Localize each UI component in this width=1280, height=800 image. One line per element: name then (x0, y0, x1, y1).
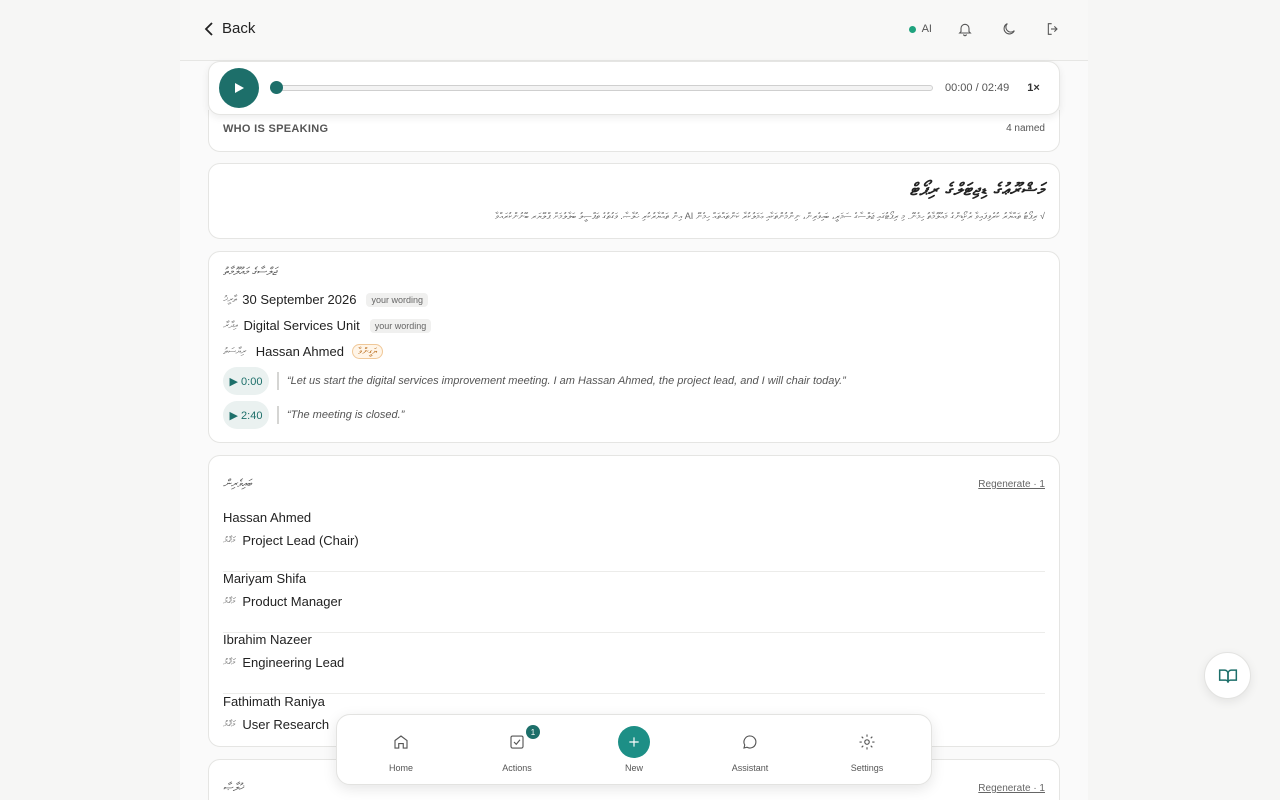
moon-icon (1003, 23, 1015, 35)
quote-timestamp-button[interactable]: ▶ 2:40 (223, 401, 269, 429)
who-is-speaking-panel[interactable]: WHO IS SPEAKING 4 named (208, 110, 1060, 152)
home-icon (394, 735, 408, 749)
playback-progress-track[interactable] (270, 81, 933, 94)
regenerate-summary-link[interactable]: Regenerate · 1 (978, 783, 1045, 794)
bell-icon (958, 23, 972, 37)
gear-icon (859, 734, 875, 750)
notifications-button[interactable] (954, 18, 976, 40)
chevron-left-icon (204, 21, 213, 36)
attendee-name: Ibrahim Nazeer (223, 632, 312, 647)
chat-bubble-icon (743, 735, 757, 749)
quote-row: ▶ 2:40 “The meeting is closed.” (223, 401, 404, 429)
attendee-name: Hassan Ahmed (223, 510, 312, 525)
ai-label: AI (921, 23, 932, 35)
attendee-role: User Research (242, 717, 330, 732)
summary-heading: ޚުލާޞާ (223, 782, 244, 794)
time-separator: / (972, 82, 982, 94)
meeting-org-value[interactable]: Digital Services Unit (243, 318, 359, 333)
top-bar: Back AI (180, 0, 1088, 61)
your-wording-badge: your wording (366, 292, 428, 307)
current-time: 00:00 (945, 82, 973, 94)
nav-settings[interactable]: Settings (822, 715, 912, 786)
your-wording-badge: your wording (369, 318, 432, 333)
back-label: Back (222, 20, 256, 37)
meeting-date-value[interactable]: 30 September 2026 (242, 292, 356, 307)
theme-toggle-button[interactable] (998, 18, 1020, 40)
attendee-name: Mariyam Shifa (223, 571, 307, 586)
quote-divider (277, 406, 279, 424)
attendee-item[interactable]: Mariyam Shifa މަޤާމު Product Manager (223, 571, 1045, 633)
logout-button[interactable] (1042, 18, 1064, 40)
attendee-item[interactable]: Ibrahim Nazeer މަޤާމު Engineering Lead (223, 632, 1045, 694)
report-description: √ ރިޕޯޓު ތައްޔާރު ކުރެވިފައިވާ ރެކޯޑިންގ… (494, 211, 1045, 221)
attendee-role-label: މަޤާމު (223, 719, 235, 729)
regenerate-attendees-link[interactable]: Regenerate · 1 (978, 479, 1045, 490)
meeting-org-label: އިދާރާ (223, 320, 238, 330)
nav-assistant[interactable]: Assistant (705, 715, 795, 786)
attendee-role-label: މަޤާމު (223, 535, 235, 545)
who-is-speaking-label: WHO IS SPEAKING (223, 123, 329, 135)
attendees-heading: ބައިވެރިން (223, 478, 252, 490)
meeting-date-row: ތާރީޚު 30 September 2026 your wording (223, 292, 428, 307)
checkbox-icon (510, 735, 524, 749)
attendee-role: Engineering Lead (242, 655, 345, 670)
attendee-item[interactable]: Hassan Ahmed މަޤާމު Project Lead (Chair) (223, 510, 1045, 572)
quote-timestamp-button[interactable]: ▶ 0:00 (223, 367, 269, 395)
new-button[interactable] (618, 726, 650, 758)
play-button[interactable] (219, 68, 259, 108)
nav-home-label: Home (388, 763, 413, 773)
playback-time: 00:00 / 02:49 (945, 82, 1009, 94)
nav-new-label: New (624, 763, 643, 773)
bottom-navigation: Home 1 Actions New Assistant Settings (336, 714, 932, 785)
quote-text: “The meeting is closed.” (287, 409, 405, 421)
playback-speed-button[interactable]: 1× (1027, 82, 1040, 94)
ai-status[interactable]: AI (908, 23, 932, 35)
meeting-details-heading: ޖަލްސާގެ މައުލޫމާތު (223, 266, 277, 278)
quote-text: “Let us start the digital services impro… (287, 375, 846, 387)
back-button[interactable]: Back (204, 20, 255, 37)
logout-icon (1047, 23, 1058, 35)
meeting-chair-row: ރިޔާސަތު Hassan Ahmed ޔަގީންވާ (223, 344, 383, 359)
nav-assistant-label: Assistant (731, 763, 769, 773)
quote-row: ▶ 0:00 “Let us start the digital service… (223, 367, 846, 395)
attendee-role-label: މަޤާމު (223, 596, 235, 606)
audio-player: 00:00 / 02:49 1× (208, 61, 1060, 115)
meeting-details-card: ޖަލްސާގެ މައުލޫމާތު ތާރީޚު 30 September … (208, 251, 1060, 443)
nav-home[interactable]: Home (356, 715, 446, 786)
ai-status-dot (908, 25, 916, 33)
nav-new[interactable]: New (589, 715, 679, 786)
playback-progress-thumb[interactable] (270, 81, 283, 94)
attendee-role: Product Manager (242, 594, 343, 609)
meeting-chair-value[interactable]: Hassan Ahmed (256, 344, 344, 359)
book-open-icon (1218, 668, 1237, 683)
guide-button[interactable] (1204, 652, 1251, 699)
play-icon (235, 83, 244, 93)
report-title: މަޝްރޫޢުގެ ޑިޖިޓަލްގެ ރިޕޯޓް (909, 180, 1045, 199)
nav-settings-label: Settings (850, 763, 884, 773)
nav-actions-label: Actions (502, 763, 532, 773)
total-time: 02:49 (981, 82, 1010, 94)
meeting-date-label: ތާރީޚު (223, 294, 237, 304)
actions-count-badge: 1 (526, 725, 540, 739)
attendee-name: Fathimath Raniya (223, 694, 325, 709)
report-title-card: މަޝްރޫޢުގެ ޑިޖިޓަލްގެ ރިޕޯޓް √ ރިޕޯޓު ތަ… (208, 163, 1060, 239)
plus-icon (629, 737, 639, 747)
attendees-card: ބައިވެރިން Regenerate · 1 Hassan Ahmed މ… (208, 455, 1060, 747)
confirmed-badge: ޔަގީންވާ (351, 344, 383, 359)
quote-divider (277, 372, 279, 390)
nav-actions[interactable]: 1 Actions (472, 715, 562, 786)
attendee-role-label: މަޤާމު (223, 657, 235, 667)
attendee-role: Project Lead (Chair) (242, 533, 359, 548)
speakers-named-count: 4 named (1006, 123, 1045, 134)
meeting-org-row: އިދާރާ Digital Services Unit your wordin… (223, 318, 432, 333)
meeting-chair-label: ރިޔާސަތު (223, 346, 246, 356)
